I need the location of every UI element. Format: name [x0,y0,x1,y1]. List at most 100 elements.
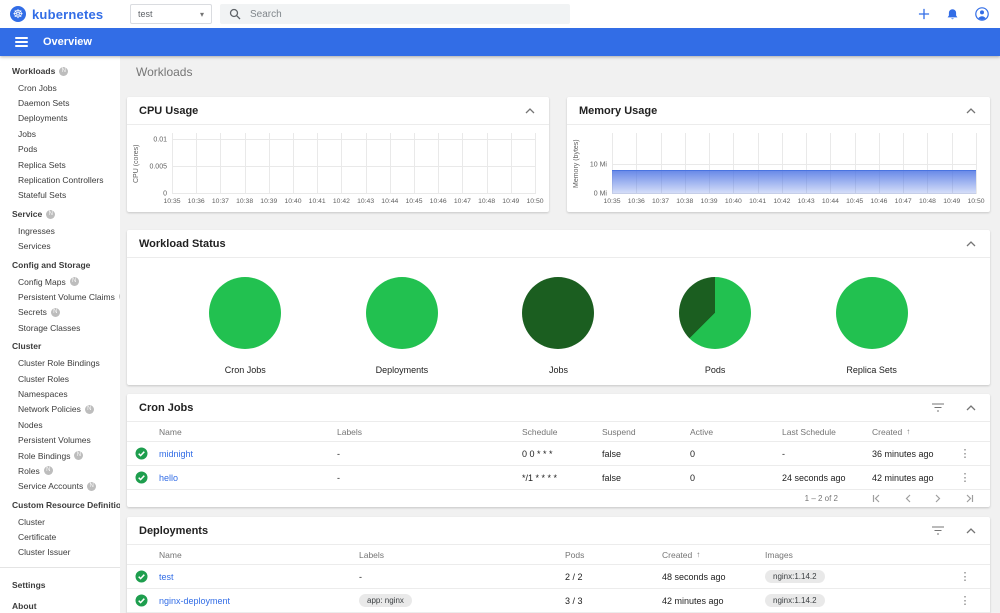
chevron-up-icon [525,107,535,113]
chevron-down-icon: ▾ [199,9,204,19]
status-ok-icon [135,570,148,583]
sidebar-item-role-bindings[interactable]: Role Bindings N [0,448,120,463]
row-actions-icon[interactable]: ⋮ [960,471,971,484]
sidebar-item-label: Persistent Volume Claims [18,291,115,302]
filter-button[interactable] [930,401,946,414]
sidebar-item-label: Role Bindings [18,450,71,461]
menu-icon[interactable] [13,35,30,49]
sidebar-item-daemon-sets[interactable]: Daemon Sets [0,95,120,110]
column-header-name[interactable]: Name [159,550,359,560]
column-header-schedule[interactable]: Schedule [522,427,602,437]
sidebar-item-replica-sets[interactable]: Replica Sets [0,157,120,172]
sidebar-item-persistent-volumes[interactable]: Persistent Volumes [0,432,120,447]
row-actions-icon[interactable]: ⋮ [960,447,971,460]
sidebar-item-deployments[interactable]: Deployments [0,111,120,126]
search-bar[interactable] [220,4,570,24]
sidebar-item-label: Cluster [18,516,45,527]
sidebar-item-cluster-role-bindings[interactable]: Cluster Role Bindings [0,355,120,370]
search-input[interactable] [250,8,530,20]
x-tick-label: 10:38 [236,198,254,205]
sidebar-item-cluster[interactable]: Cluster [0,337,120,355]
first-page-button[interactable] [872,494,882,503]
sidebar-item-config-maps[interactable]: Config Maps N [0,274,120,289]
relative-time: 42 minutes ago [872,472,934,483]
column-header-labels[interactable]: Labels [337,427,522,437]
user-account-button[interactable] [975,7,989,21]
kubernetes-logo[interactable]: ☸ kubernetes [10,0,103,28]
column-header-label: Name [159,549,182,560]
collapse-card-button[interactable] [964,403,978,413]
previous-page-button[interactable] [904,494,912,503]
sidebar-item-label: Namespaces [18,388,68,399]
create-resource-button[interactable] [918,8,930,20]
last-page-button[interactable] [964,494,974,503]
column-header-label: Images [765,549,793,560]
x-axis-ticks: 10:35 10:36 10:37 10:38 10:39 10:40 10:41 10:42… [163,194,543,210]
horizontal-gridline [172,139,535,141]
sidebar-item-ingresses[interactable]: Ingresses [0,223,120,238]
column-header-created[interactable]: Created ↑ [872,427,950,437]
sidebar-item-stateful-sets[interactable]: Stateful Sets [0,188,120,203]
bell-icon [947,8,958,19]
column-header-label: Active [690,426,714,437]
sidebar-item-certificate[interactable]: Certificate [0,529,120,544]
sidebar-item-namespaces[interactable]: Namespaces [0,386,120,401]
column-header-pods[interactable]: Pods [565,550,662,560]
collapse-card-button[interactable] [964,106,978,116]
sidebar-item-custom-resource-definitions[interactable]: Custom Resource Definitions [0,496,120,514]
resource-link[interactable]: nginx-deployment [159,596,230,606]
status-ok-icon [135,594,148,607]
sidebar-item-cluster-roles[interactable]: Cluster Roles [0,371,120,386]
row-actions-icon[interactable]: ⋮ [960,594,971,607]
row-actions-icon[interactable]: ⋮ [960,570,971,583]
x-tick-label: 10:48 [918,198,936,205]
sidebar-item-cluster-issuer[interactable]: Cluster Issuer [0,545,120,560]
cpu-usage-chart: CPU (cores) 0 0.005 0.01 10:35 10:36 10:37 10:3… [127,125,549,212]
chevron-up-icon [966,527,976,533]
namespace-selector[interactable]: test ▾ [130,4,212,24]
column-header-suspend[interactable]: Suspend [602,427,690,437]
sidebar-item-settings[interactable]: Settings [0,574,120,595]
column-header-name[interactable]: Name [159,427,337,437]
collapse-card-button[interactable] [964,526,978,536]
first-page-icon [872,494,880,503]
sidebar-item-roles[interactable]: Roles N [0,463,120,478]
column-header-active[interactable]: Active [690,427,782,437]
x-tick-label: 10:40 [724,198,742,205]
x-tick-label: 10:47 [453,198,471,205]
collapse-card-button[interactable] [964,239,978,249]
sidebar-item-pods[interactable]: Pods [0,142,120,157]
column-header-labels[interactable]: Labels [359,550,565,560]
resource-link[interactable]: test [159,572,174,582]
x-tick-label: 10:35 [163,198,181,205]
next-page-button[interactable] [934,494,942,503]
collapse-card-button[interactable] [523,106,537,116]
table-cell: false [602,472,622,483]
column-header-created[interactable]: Created ↑ [662,550,765,560]
notifications-button[interactable] [946,8,959,21]
sidebar-item-services[interactable]: Services [0,239,120,254]
x-tick-label: 10:37 [211,198,229,205]
sidebar-item-storage-classes[interactable]: Storage Classes [0,320,120,335]
table-cell: - [337,448,340,459]
sidebar-item-replication-controllers[interactable]: Replication Controllers [0,172,120,187]
sidebar-item-about[interactable]: About [0,595,120,613]
resource-link[interactable]: hello [159,473,178,483]
column-header-last-schedule[interactable]: Last Schedule [782,427,872,437]
sidebar-item-service-accounts[interactable]: Service Accounts N [0,479,120,494]
pie-label: Jobs [548,365,568,375]
sidebar-item-label: Cluster [12,341,42,352]
sidebar-item-persistent-volume-claims[interactable]: Persistent Volume ClaimsN [0,289,120,304]
sidebar-item-secrets[interactable]: Secrets N [0,305,120,320]
filter-button[interactable] [930,524,946,537]
sidebar-item-cluster[interactable]: Cluster [0,514,120,529]
column-header-images[interactable]: Images [765,550,950,560]
resource-link[interactable]: midnight [159,449,193,459]
sidebar-item-cron-jobs[interactable]: Cron Jobs [0,80,120,95]
sidebar-item-workloads[interactable]: Workloads N [0,62,120,80]
sidebar-item-jobs[interactable]: Jobs [0,126,120,141]
sidebar-item-nodes[interactable]: Nodes [0,417,120,432]
sidebar-item-service[interactable]: Service N [0,205,120,223]
sidebar-item-network-policies[interactable]: Network Policies N [0,402,120,417]
sidebar-item-config-and-storage[interactable]: Config and Storage [0,256,120,274]
